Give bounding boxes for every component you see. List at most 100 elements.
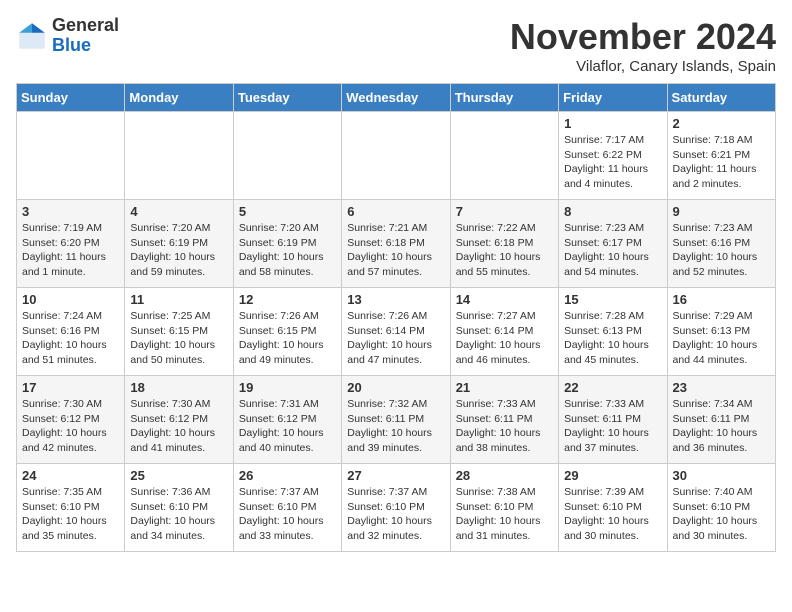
weekday-header-row: SundayMondayTuesdayWednesdayThursdayFrid…	[17, 84, 776, 112]
calendar-cell: 8Sunrise: 7:23 AMSunset: 6:17 PMDaylight…	[559, 200, 667, 288]
day-number: 22	[564, 380, 661, 395]
day-info: Sunrise: 7:31 AMSunset: 6:12 PMDaylight:…	[239, 397, 336, 456]
day-number: 13	[347, 292, 444, 307]
calendar-cell: 4 Sunrise: 7:20 AMSunset: 6:19 PMDaylight…	[125, 200, 233, 288]
calendar-cell: 30 Sunrise: 7:40 AMSunset: 6:10 PMDayligh…	[667, 464, 775, 552]
weekday-header-tuesday: Tuesday	[233, 84, 341, 112]
day-info: Sunrise: 7:39 AMSunset: 6:10 PMDaylight:…	[564, 485, 661, 544]
day-info: Sunrise: 7:18 AMSunset: 6:21 PMDaylight:…	[673, 133, 770, 192]
page-header: General Blue November 2024 Vilaflor, Can…	[16, 16, 776, 75]
day-info: Sunrise: 7:28 AMSunset: 6:13 PMDaylight:…	[564, 309, 661, 368]
weekday-header-thursday: Thursday	[450, 84, 558, 112]
calendar-cell: 14 Sunrise: 7:27 AMSunset: 6:14 PMDayligh…	[450, 288, 558, 376]
calendar-cell: 16 Sunrise: 7:29 AMSunset: 6:13 PMDayligh…	[667, 288, 775, 376]
day-number: 3	[22, 204, 119, 219]
day-number: 28	[456, 468, 553, 483]
day-number: 17	[22, 380, 119, 395]
day-number: 15	[564, 292, 661, 307]
day-number: 5	[239, 204, 336, 219]
day-number: 11	[130, 292, 227, 307]
day-number: 16	[673, 292, 770, 307]
day-number: 25	[130, 468, 227, 483]
day-number: 8	[564, 204, 661, 219]
calendar-cell: 29 Sunrise: 7:39 AMSunset: 6:10 PMDayligh…	[559, 464, 667, 552]
day-info: Sunrise: 7:35 AMSunset: 6:10 PMDaylight:…	[22, 485, 119, 544]
calendar-cell: 6 Sunrise: 7:21 AMSunset: 6:18 PMDaylight…	[342, 200, 450, 288]
calendar-cell: 13 Sunrise: 7:26 AMSunset: 6:14 PMDayligh…	[342, 288, 450, 376]
day-number: 30	[673, 468, 770, 483]
calendar-cell	[450, 112, 558, 200]
day-info: Sunrise: 7:33 AMSunset: 6:11 PMDaylight:…	[456, 397, 553, 456]
logo-text: General Blue	[52, 16, 119, 56]
day-number: 1	[564, 116, 661, 131]
weekday-header-sunday: Sunday	[17, 84, 125, 112]
location: Vilaflor, Canary Islands, Spain	[510, 58, 776, 75]
calendar-cell: 28 Sunrise: 7:38 AMSunset: 6:10 PMDayligh…	[450, 464, 558, 552]
day-number: 26	[239, 468, 336, 483]
week-row-2: 3 Sunrise: 7:19 AMSunset: 6:20 PMDaylight…	[17, 200, 776, 288]
calendar-cell: 18Sunrise: 7:30 AMSunset: 6:12 PMDayligh…	[125, 376, 233, 464]
calendar-cell	[342, 112, 450, 200]
calendar-cell: 7 Sunrise: 7:22 AMSunset: 6:18 PMDaylight…	[450, 200, 558, 288]
day-info: Sunrise: 7:21 AMSunset: 6:18 PMDaylight:…	[347, 221, 444, 280]
day-number: 18	[130, 380, 227, 395]
calendar-cell: 17Sunrise: 7:30 AMSunset: 6:12 PMDayligh…	[17, 376, 125, 464]
calendar-cell: 9Sunrise: 7:23 AMSunset: 6:16 PMDaylight…	[667, 200, 775, 288]
day-info: Sunrise: 7:29 AMSunset: 6:13 PMDaylight:…	[673, 309, 770, 368]
calendar-cell: 23 Sunrise: 7:34 AMSunset: 6:11 PMDayligh…	[667, 376, 775, 464]
day-number: 21	[456, 380, 553, 395]
week-row-4: 17Sunrise: 7:30 AMSunset: 6:12 PMDayligh…	[17, 376, 776, 464]
day-info: Sunrise: 7:23 AMSunset: 6:16 PMDaylight:…	[673, 221, 770, 280]
day-number: 4	[130, 204, 227, 219]
day-info: Sunrise: 7:17 AMSunset: 6:22 PMDaylight:…	[564, 133, 661, 192]
day-info: Sunrise: 7:40 AMSunset: 6:10 PMDaylight:…	[673, 485, 770, 544]
logo: General Blue	[16, 16, 119, 56]
calendar-cell: 22 Sunrise: 7:33 AMSunset: 6:11 PMDayligh…	[559, 376, 667, 464]
calendar-cell: 26Sunrise: 7:37 AMSunset: 6:10 PMDayligh…	[233, 464, 341, 552]
day-number: 23	[673, 380, 770, 395]
weekday-header-friday: Friday	[559, 84, 667, 112]
day-number: 24	[22, 468, 119, 483]
day-info: Sunrise: 7:20 AMSunset: 6:19 PMDaylight:…	[239, 221, 336, 280]
month-title: November 2024	[510, 16, 776, 58]
day-info: Sunrise: 7:27 AMSunset: 6:14 PMDaylight:…	[456, 309, 553, 368]
day-info: Sunrise: 7:34 AMSunset: 6:11 PMDaylight:…	[673, 397, 770, 456]
calendar-cell: 21 Sunrise: 7:33 AMSunset: 6:11 PMDayligh…	[450, 376, 558, 464]
calendar-cell: 24 Sunrise: 7:35 AMSunset: 6:10 PMDayligh…	[17, 464, 125, 552]
week-row-1: 1 Sunrise: 7:17 AMSunset: 6:22 PMDaylight…	[17, 112, 776, 200]
title-block: November 2024 Vilaflor, Canary Islands, …	[510, 16, 776, 75]
day-number: 7	[456, 204, 553, 219]
calendar-cell	[233, 112, 341, 200]
day-info: Sunrise: 7:33 AMSunset: 6:11 PMDaylight:…	[564, 397, 661, 456]
calendar-cell: 1 Sunrise: 7:17 AMSunset: 6:22 PMDaylight…	[559, 112, 667, 200]
calendar-table: SundayMondayTuesdayWednesdayThursdayFrid…	[16, 83, 776, 552]
day-info: Sunrise: 7:38 AMSunset: 6:10 PMDaylight:…	[456, 485, 553, 544]
calendar-cell: 19 Sunrise: 7:31 AMSunset: 6:12 PMDayligh…	[233, 376, 341, 464]
calendar-cell: 20 Sunrise: 7:32 AMSunset: 6:11 PMDayligh…	[342, 376, 450, 464]
week-row-5: 24 Sunrise: 7:35 AMSunset: 6:10 PMDayligh…	[17, 464, 776, 552]
day-number: 12	[239, 292, 336, 307]
calendar-cell: 11Sunrise: 7:25 AMSunset: 6:15 PMDayligh…	[125, 288, 233, 376]
day-number: 27	[347, 468, 444, 483]
day-number: 10	[22, 292, 119, 307]
calendar-cell: 12Sunrise: 7:26 AMSunset: 6:15 PMDayligh…	[233, 288, 341, 376]
day-number: 29	[564, 468, 661, 483]
calendar-cell: 5 Sunrise: 7:20 AMSunset: 6:19 PMDaylight…	[233, 200, 341, 288]
calendar-cell: 3 Sunrise: 7:19 AMSunset: 6:20 PMDaylight…	[17, 200, 125, 288]
day-info: Sunrise: 7:22 AMSunset: 6:18 PMDaylight:…	[456, 221, 553, 280]
day-info: Sunrise: 7:36 AMSunset: 6:10 PMDaylight:…	[130, 485, 227, 544]
day-info: Sunrise: 7:20 AMSunset: 6:19 PMDaylight:…	[130, 221, 227, 280]
calendar-cell	[125, 112, 233, 200]
day-number: 2	[673, 116, 770, 131]
calendar-cell	[17, 112, 125, 200]
day-info: Sunrise: 7:37 AMSunset: 6:10 PMDaylight:…	[347, 485, 444, 544]
day-info: Sunrise: 7:26 AMSunset: 6:14 PMDaylight:…	[347, 309, 444, 368]
day-number: 19	[239, 380, 336, 395]
calendar-cell: 25 Sunrise: 7:36 AMSunset: 6:10 PMDayligh…	[125, 464, 233, 552]
day-info: Sunrise: 7:19 AMSunset: 6:20 PMDaylight:…	[22, 221, 119, 280]
calendar-cell: 27 Sunrise: 7:37 AMSunset: 6:10 PMDayligh…	[342, 464, 450, 552]
day-number: 14	[456, 292, 553, 307]
day-number: 6	[347, 204, 444, 219]
day-info: Sunrise: 7:32 AMSunset: 6:11 PMDaylight:…	[347, 397, 444, 456]
day-number: 20	[347, 380, 444, 395]
